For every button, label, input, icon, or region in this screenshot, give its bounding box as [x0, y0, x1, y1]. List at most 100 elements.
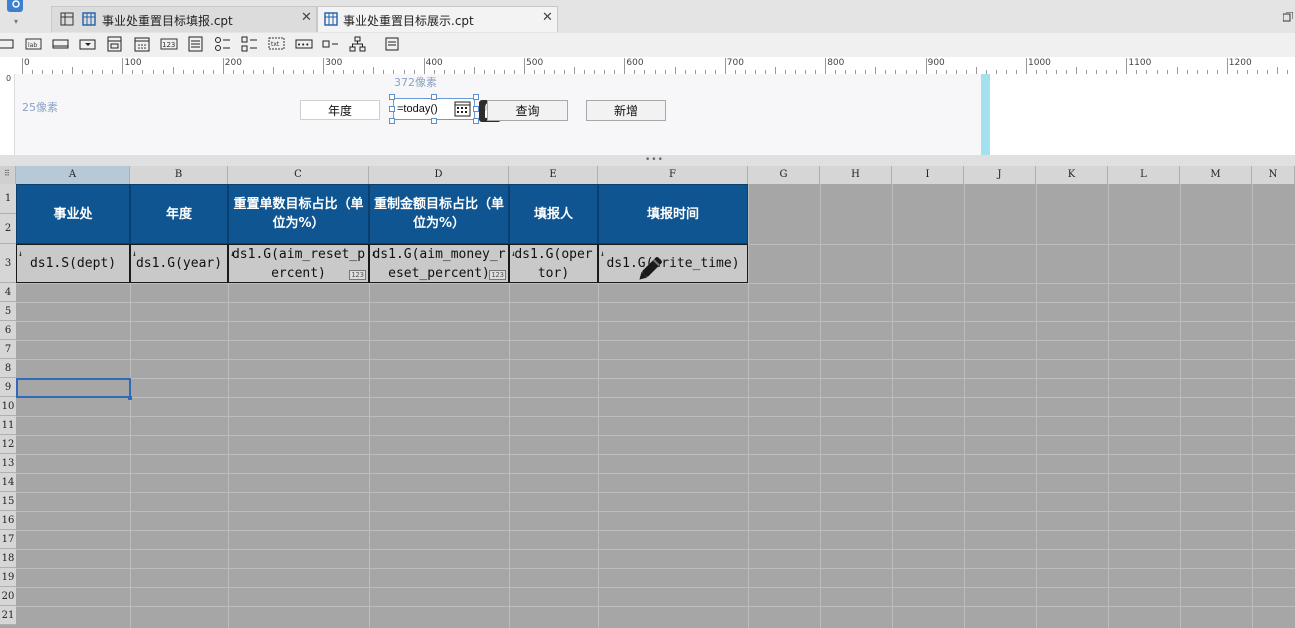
ruler-minor-tick	[875, 67, 877, 74]
ruler-label: 1200	[1228, 58, 1252, 68]
panel-width-marker[interactable]	[981, 74, 990, 155]
resize-handle[interactable]	[431, 94, 437, 100]
row-header-17[interactable]: 17	[0, 530, 16, 549]
listbox-widget-icon[interactable]	[106, 36, 124, 52]
tab-fill-report[interactable]: 事业处重置目标填报.cpt ✕	[51, 6, 317, 32]
password-widget-icon[interactable]: •••	[295, 36, 313, 52]
column-header-m[interactable]: M	[1180, 166, 1252, 184]
close-icon[interactable]: ✕	[301, 10, 312, 25]
header-cell-year[interactable]: 年度	[130, 184, 228, 244]
row-header-15[interactable]: 15	[0, 492, 16, 511]
column-header-h[interactable]: H	[820, 166, 892, 184]
close-icon[interactable]: ✕	[542, 10, 553, 25]
splitter-grip-icon[interactable]: •••	[645, 155, 664, 165]
row-header-8[interactable]: 8	[0, 359, 16, 378]
more-widgets-icon[interactable]	[385, 36, 403, 52]
ruler-minor-tick	[574, 67, 576, 74]
row-header-7[interactable]: 7	[0, 340, 16, 359]
radio-group-icon[interactable]	[214, 36, 232, 52]
selected-cell[interactable]	[16, 378, 131, 398]
add-button[interactable]: 新增	[586, 100, 666, 121]
row-header-11[interactable]: 11	[0, 416, 16, 435]
grid-hline	[16, 397, 1295, 398]
resize-handle[interactable]	[389, 118, 395, 124]
row-header-14[interactable]: 14	[0, 473, 16, 492]
data-cell-write-time[interactable]: ↓ ds1.G(write_time)	[598, 244, 748, 283]
grid-vline	[1252, 184, 1253, 628]
data-cell-year[interactable]: ↓ ds1.G(year)	[130, 244, 228, 283]
combobox-widget-icon[interactable]	[79, 36, 97, 52]
resize-handle[interactable]	[389, 106, 395, 112]
header-cell-money-percent[interactable]: 重制金额目标占比（单位为%）	[369, 184, 509, 244]
grid-hline	[16, 549, 1295, 550]
ruler-minor-tick	[172, 67, 174, 74]
fill-handle[interactable]	[128, 396, 132, 400]
header-cell-write-time[interactable]: 填报时间	[598, 184, 748, 244]
column-header-i[interactable]: I	[892, 166, 964, 184]
resize-handle[interactable]	[431, 118, 437, 124]
data-cell-operator[interactable]: ↓ ds1.G(opertor)	[509, 244, 598, 283]
column-header-g[interactable]: G	[748, 166, 820, 184]
row-header-3[interactable]: 3	[0, 244, 16, 283]
text-box-icon[interactable]: txt	[268, 36, 286, 52]
horizontal-ruler: 0 100 200 300 400 500 600 700 800 900 1000 1100 1200	[0, 57, 1295, 75]
data-cell-money-percent[interactable]: ↓ ds1.G(aim_money_reset_percent) 123	[369, 244, 509, 283]
row-header-5[interactable]: 5	[0, 302, 16, 321]
app-logo-icon[interactable]: ▾	[3, 0, 27, 26]
year-label: 年度	[300, 100, 380, 120]
label-widget-icon[interactable]	[0, 36, 16, 52]
ruler-major-tick	[1226, 58, 1228, 74]
checkbox-group-icon[interactable]	[241, 36, 259, 52]
header-cell-dept[interactable]: 事业处	[16, 184, 130, 244]
row-header-12[interactable]: 12	[0, 435, 16, 454]
textarea-widget-icon[interactable]	[187, 36, 205, 52]
column-header-b[interactable]: B	[130, 166, 228, 184]
data-cell-reset-percent[interactable]: ↓ ds1.G(aim_reset_percent) 123	[228, 244, 369, 283]
vertical-ruler: 0	[0, 74, 15, 155]
column-header-c[interactable]: C	[228, 166, 369, 184]
column-header-j[interactable]: J	[964, 166, 1036, 184]
vruler-zero: 0	[6, 74, 12, 83]
row-header-10[interactable]: 10	[0, 397, 16, 416]
row-header-21[interactable]: 21	[0, 606, 16, 625]
ruler-minor-tick	[775, 67, 776, 74]
column-header-n[interactable]: N	[1252, 166, 1295, 184]
textfield-widget-icon[interactable]	[52, 36, 70, 52]
row-header-20[interactable]: 20	[0, 587, 16, 606]
ruler-minor-tick	[674, 67, 676, 74]
restore-window-icon[interactable]	[1283, 12, 1293, 22]
checkbox-widget-icon[interactable]	[322, 36, 340, 52]
query-button[interactable]: 查询	[487, 100, 568, 121]
grid-hline	[16, 606, 1295, 607]
row-header-2[interactable]: 2	[0, 214, 16, 244]
row-header-4[interactable]: 4	[0, 283, 16, 302]
ruler-major-tick	[222, 58, 224, 74]
header-cell-operator[interactable]: 填报人	[509, 184, 598, 244]
header-cell-reset-percent[interactable]: 重置单数目标占比（单位为%）	[228, 184, 369, 244]
text-widget-icon[interactable]: lab	[25, 36, 43, 52]
column-header-e[interactable]: E	[509, 166, 598, 184]
column-header-k[interactable]: K	[1036, 166, 1108, 184]
row-header-18[interactable]: 18	[0, 549, 16, 568]
tree-widget-icon[interactable]	[349, 36, 367, 52]
number-widget-icon[interactable]: 123	[160, 36, 178, 52]
row-header-13[interactable]: 13	[0, 454, 16, 473]
row-header-9[interactable]: 9	[0, 378, 16, 397]
ruler-label: 600	[626, 58, 644, 68]
grid-hline	[16, 416, 1295, 417]
row-header-19[interactable]: 19	[0, 568, 16, 587]
column-header-f[interactable]: F	[598, 166, 748, 184]
ruler-major-tick	[323, 58, 325, 74]
row-header-1[interactable]: 1	[0, 184, 16, 214]
resize-handle[interactable]	[389, 94, 395, 100]
column-header-d[interactable]: D	[369, 166, 509, 184]
column-header-l[interactable]: L	[1108, 166, 1180, 184]
tab-display-report[interactable]: 事业处重置目标展示.cpt ✕	[317, 6, 558, 32]
select-all-corner[interactable]: ⠿	[0, 166, 16, 184]
data-cell-dept[interactable]: ↓ ds1.S(dept)	[16, 244, 130, 283]
column-header-a[interactable]: A	[16, 166, 130, 184]
row-header-6[interactable]: 6	[0, 321, 16, 340]
calendar-icon[interactable]	[454, 101, 471, 117]
date-widget-icon[interactable]	[133, 36, 151, 52]
row-header-16[interactable]: 16	[0, 511, 16, 530]
